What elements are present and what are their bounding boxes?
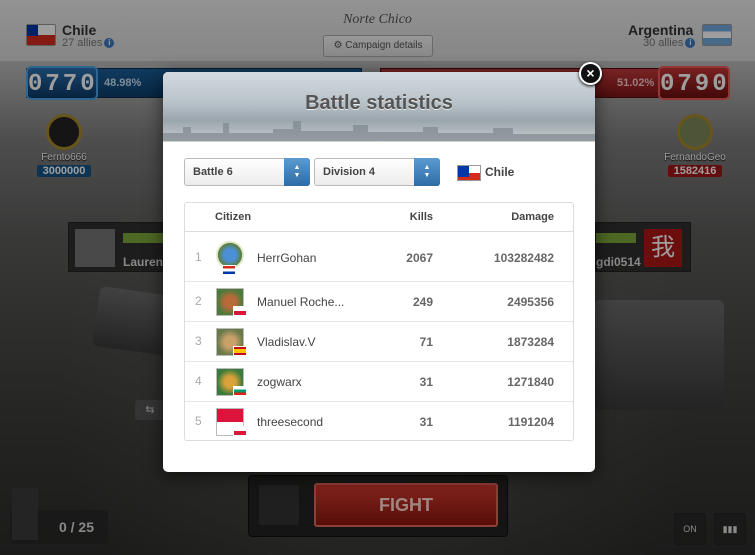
table-row[interactable]: 5 threesecond 31 1191204 [185, 402, 573, 442]
croatia-flag-icon [222, 265, 236, 275]
modal-header: Battle statistics [163, 72, 595, 142]
spain-flag-icon [233, 346, 247, 356]
row-kills: 2067 [406, 251, 433, 265]
modal-title: Battle statistics [305, 92, 453, 114]
row-rank: 5 [195, 414, 202, 428]
table-row[interactable]: 1 HerrGohan 2067 103282482 [185, 232, 573, 282]
table-header: Citizen Kills Damage [185, 203, 573, 232]
row-kills: 71 [419, 335, 433, 349]
citizen-name[interactable]: zogwarx [257, 375, 302, 389]
chile-flag-icon [457, 165, 481, 181]
row-rank: 4 [195, 374, 202, 388]
select-arrows-icon: ▲ ▼ [284, 158, 310, 186]
citizen-name[interactable]: threesecond [257, 415, 323, 429]
row-kills: 31 [419, 375, 433, 389]
citizen-name[interactable]: Vladislav.V [257, 335, 315, 349]
skyline-icon [163, 121, 595, 141]
row-kills: 249 [412, 295, 433, 309]
citizen-name[interactable]: Manuel Roche... [257, 295, 344, 309]
poland-flag-icon [233, 306, 247, 316]
select-arrows-icon: ▲ ▼ [414, 158, 440, 186]
row-damage: 1191204 [507, 415, 554, 429]
battle-statistics-modal: Battle statistics Battle 6 ▲ ▼ Division 4… [163, 72, 595, 472]
row-rank: 3 [195, 334, 202, 348]
table-row[interactable]: 4 zogwarx 31 1271840 [185, 362, 573, 402]
division-select-value: Division 4 [323, 166, 375, 178]
table-row[interactable]: 2 Manuel Roche... 249 2495356 [185, 282, 573, 322]
poland-flag-icon [233, 426, 247, 436]
column-damage: Damage [511, 211, 554, 223]
bulgaria-flag-icon [233, 386, 247, 396]
table-row[interactable]: 3 Vladislav.V 71 1873284 [185, 322, 573, 362]
battle-select-value: Battle 6 [193, 166, 233, 178]
close-button[interactable]: × [579, 62, 602, 85]
row-rank: 2 [195, 294, 202, 308]
citizen-name[interactable]: HerrGohan [257, 251, 316, 265]
row-damage: 2495356 [507, 295, 554, 309]
country-filter[interactable]: Chile [485, 165, 514, 179]
row-kills: 31 [419, 415, 433, 429]
column-kills: Kills [409, 211, 433, 223]
statistics-table: Citizen Kills Damage 1 HerrGohan 2067 10… [184, 202, 574, 441]
row-damage: 1271840 [507, 375, 554, 389]
division-select[interactable]: Division 4 ▲ ▼ [314, 158, 440, 186]
column-citizen: Citizen [215, 211, 252, 223]
row-rank: 1 [195, 250, 202, 264]
row-damage: 1873284 [507, 335, 554, 349]
battle-select[interactable]: Battle 6 ▲ ▼ [184, 158, 310, 186]
row-damage: 103282482 [493, 251, 554, 265]
